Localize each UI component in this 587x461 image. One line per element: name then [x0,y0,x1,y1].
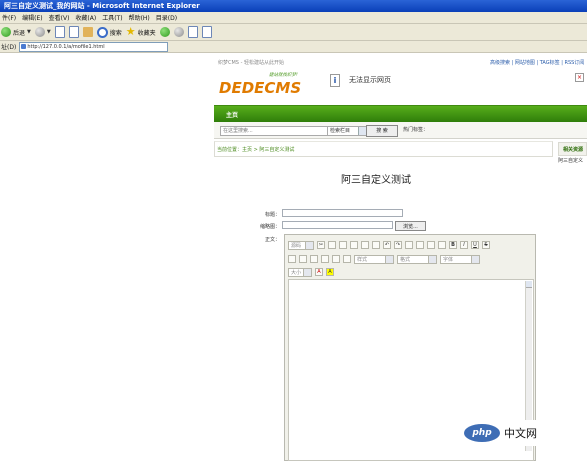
bold-icon[interactable]: B [449,241,457,249]
underline-icon[interactable]: U [471,241,479,249]
menu-view[interactable]: 查看(V) [49,13,70,22]
rule-icon[interactable] [299,255,307,263]
nav-home[interactable]: 主页 [226,110,238,119]
php-logo: php [464,424,500,442]
menu-bar: 件(F) 编辑(E) 查看(V) 收藏(A) 工具(T) 帮助(H) 目录(D) [0,12,587,24]
table-icon[interactable] [288,255,296,263]
chevron-down-icon: ▼ [27,29,31,35]
replace-icon[interactable] [416,241,424,249]
watermark: php 中文网 [464,420,580,446]
editor-toolbar-row-2: 样式 格式 字体 [285,252,537,266]
search-category-select[interactable]: 检索栏目 [327,126,367,136]
menu-tools[interactable]: 工具(T) [102,13,122,22]
search-label: 搜索 [109,29,122,37]
logo-text: DEDECMS [219,79,302,97]
search-button[interactable]: 搜索 [96,26,122,38]
paste-text-icon[interactable] [350,241,358,249]
favorites-label: 收藏夹 [137,29,156,37]
star-icon: ★ [125,25,136,38]
back-arrow-icon [1,27,11,37]
chevron-down-icon: ▼ [46,29,51,35]
bg-color-icon[interactable]: A [326,268,334,276]
site-logo[interactable]: DEDECMS 建站就找织梦! [219,71,321,97]
body-label: 正文： [264,237,280,243]
thumbnail-input[interactable] [282,221,393,229]
top-links[interactable]: 高级搜索 | 网站地图 | TAG标签 | RSS订阅 [490,59,584,66]
back-label: 后退 [13,29,26,37]
image-icon[interactable] [310,255,318,263]
sidebar-item[interactable]: 阿三自定义 [558,157,583,164]
address-bar: 址(D) http://127.0.0.1/a/mofile1.html [0,41,587,53]
menu-help[interactable]: 帮助(H) [129,13,150,22]
editor-font-select[interactable]: 字体 [440,254,480,264]
menu-favorites[interactable]: 收藏(A) [75,13,96,22]
address-label: 址(D) [1,44,17,51]
thumbnail-label: 缩略图： [259,224,280,230]
back-button[interactable]: 后退 ▼ [1,27,31,37]
remove-format-icon[interactable] [438,241,446,249]
address-input[interactable]: http://127.0.0.1/a/mofile1.html [19,41,169,52]
window-title-bar: 阿三自定义测试_我的网站 - Microsoft Internet Explor… [0,0,587,12]
banner-notice: 无法显示网页 [349,76,391,84]
media-icon[interactable] [159,27,170,37]
editor-style-select[interactable]: 样式 [354,254,394,264]
site-slogan: 织梦CMS - 轻松建站从此开始 [218,60,284,66]
editor-toolbar-row-1: 源码 ✂ ↶ ↷ B I U S [285,238,537,252]
sidebar-title: 相关资源 [558,142,587,156]
search-icon [96,26,108,38]
print-icon[interactable] [201,26,212,38]
page-title: 阿三自定义测试 [341,175,411,186]
editor-toolbar-row-3: 大小 A A [285,265,537,279]
browser-toolbar: 后退 ▼ ▼ 搜索 ★ 收藏夹 [0,24,587,41]
watermark-text: 中文网 [504,427,537,440]
editor-size-select[interactable]: 大小 [288,267,312,277]
cut-icon[interactable]: ✂ [317,241,325,249]
site-search-input[interactable]: 在这里搜索... [220,126,328,136]
logo-tagline: 建站就找织梦! [269,73,298,78]
editor-format-select[interactable]: 格式 [397,254,437,264]
info-icon: i [330,74,340,87]
main-nav: 主页 [214,105,587,122]
flash-icon[interactable] [321,255,329,263]
media-icon[interactable] [332,255,340,263]
window-title: 阿三自定义测试_我的网站 - Microsoft Internet Explor… [4,2,200,10]
search-bar: 在这里搜索... 检索栏目 搜 索 热门标签： [214,122,587,139]
forward-arrow-icon [34,27,45,37]
hot-tags-label: 热门标签： [403,127,429,133]
favorites-button[interactable]: ★ 收藏夹 [125,25,156,38]
title-input[interactable] [282,209,403,217]
print-icon[interactable] [372,241,380,249]
flag-icon[interactable] [343,255,351,263]
select-all-icon[interactable] [427,241,435,249]
text-color-icon[interactable]: A [315,268,323,276]
italic-icon[interactable]: I [460,241,468,249]
menu-directory[interactable]: 目录(D) [156,13,177,22]
menu-file[interactable]: 件(F) [2,13,16,22]
redo-icon[interactable]: ↷ [394,241,402,249]
strikethrough-icon[interactable]: S [482,241,490,249]
copy-icon[interactable] [328,241,336,249]
menu-edit[interactable]: 编辑(E) [22,13,42,22]
home-icon[interactable] [82,27,93,37]
paste-word-icon[interactable] [361,241,369,249]
stop-icon[interactable] [54,26,65,38]
close-icon: × [575,73,584,82]
browse-button[interactable]: 浏览... [395,221,426,231]
title-label: 标题： [264,212,280,218]
refresh-icon[interactable] [68,26,79,38]
paste-icon[interactable] [339,241,347,249]
undo-icon[interactable]: ↶ [383,241,391,249]
forward-button[interactable]: ▼ [34,27,51,37]
site-search-button[interactable]: 搜 索 [366,125,398,137]
mail-icon[interactable] [187,26,198,38]
editor-source-button[interactable]: 源码 [288,240,314,250]
history-icon[interactable] [173,27,184,37]
breadcrumb[interactable]: 当前位置：主页 > 阿三自定义测试 [217,146,294,153]
find-icon[interactable] [405,241,413,249]
